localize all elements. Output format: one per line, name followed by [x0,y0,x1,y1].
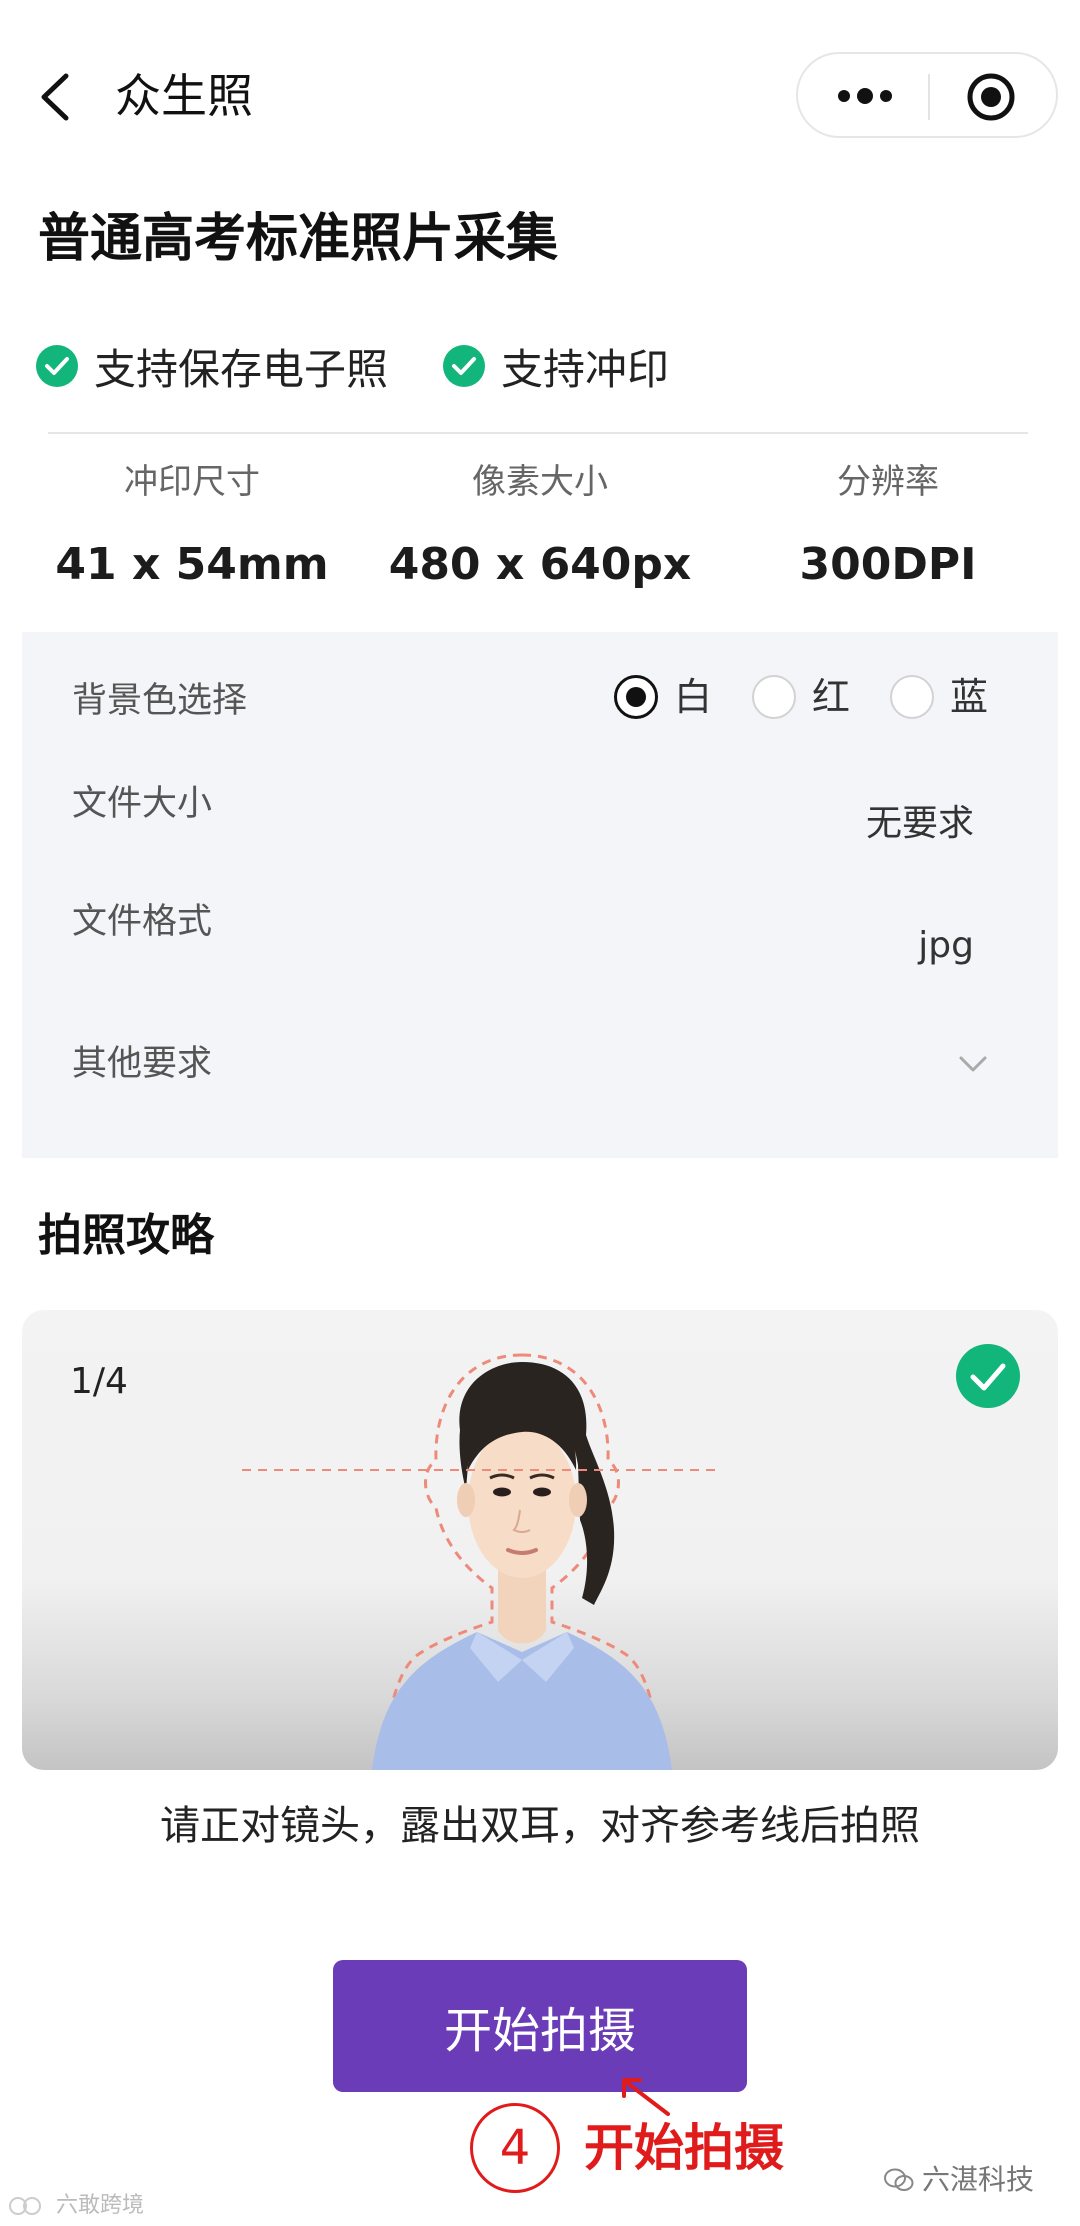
divider [48,432,1028,434]
step-annotation-label: 开始拍摄 [584,2119,784,2177]
portrait-example-image [242,1353,722,1770]
step-number-badge: 4 [470,2103,560,2193]
file-format-value: jpg [918,925,974,966]
other-requirements-label[interactable]: 其他要求 [72,1040,212,1088]
radio-red-label: 红 [812,675,851,719]
watermark-left-text: 六敢跨境 [56,2193,145,2218]
guide-card[interactable]: 1/4 [22,1310,1058,1770]
spec-label-resolution: 分辨率 [837,462,939,502]
watermark-right: 六湛科技 [884,2160,1034,2200]
radio-blue-label: 蓝 [950,675,989,719]
background-color-label: 背景色选择 [72,681,248,721]
radio-blue[interactable] [890,675,934,719]
feature-label: 支持保存电子照 [94,344,389,394]
back-arrow-icon[interactable] [38,72,72,122]
page-title: 普通高考标准照片采集 [38,209,559,269]
section-title: 拍照攻略 [38,1210,214,1261]
check-circle-icon [443,345,485,387]
options-panel: 背景色选择 白 红 蓝 文件大小 无要求 文件格式 jpg 其他要求 [22,632,1058,1158]
file-size-value: 无要求 [865,803,974,844]
feature-save-digital: 支持保存电子照 [36,336,388,396]
check-circle-icon [36,345,78,387]
mini-program-capsule [796,52,1058,138]
wechat-logo-icon [884,2168,914,2191]
feature-label: 支持冲印 [501,344,670,394]
watermark-logo-icon [9,2197,41,2215]
selected-check-icon [956,1344,1020,1408]
capsule-divider [928,74,930,120]
radio-white-label: 白 [674,675,713,719]
start-shooting-button[interactable]: 开始拍摄 [333,1960,747,2092]
file-size-label: 文件大小 [72,784,213,824]
radio-white[interactable] [614,675,658,719]
file-format-label: 文件格式 [72,902,213,942]
spec-label-pixel-size: 像素大小 [472,462,608,502]
photo-tip: 请正对镜头，露出双耳，对齐参考线后拍照 [160,1803,920,1849]
app-title: 众生照 [115,69,253,123]
feature-print: 支持冲印 [443,336,669,396]
slide-counter: 1/4 [70,1361,128,1402]
chevron-down-icon[interactable] [958,1054,988,1074]
spec-value-print-size: 41 x 54mm [55,539,329,590]
spec-label-print-size: 冲印尺寸 [124,462,260,502]
close-miniprogram-icon[interactable] [966,72,1016,122]
watermark-left: 六敢跨境 [8,2190,144,2222]
spec-value-pixel-size: 480 x 640px [388,539,692,590]
more-options-icon[interactable] [836,84,894,108]
radio-red[interactable] [752,675,796,719]
spec-value-resolution: 300DPI [799,539,977,590]
watermark-right-text: 六湛科技 [922,2163,1035,2196]
